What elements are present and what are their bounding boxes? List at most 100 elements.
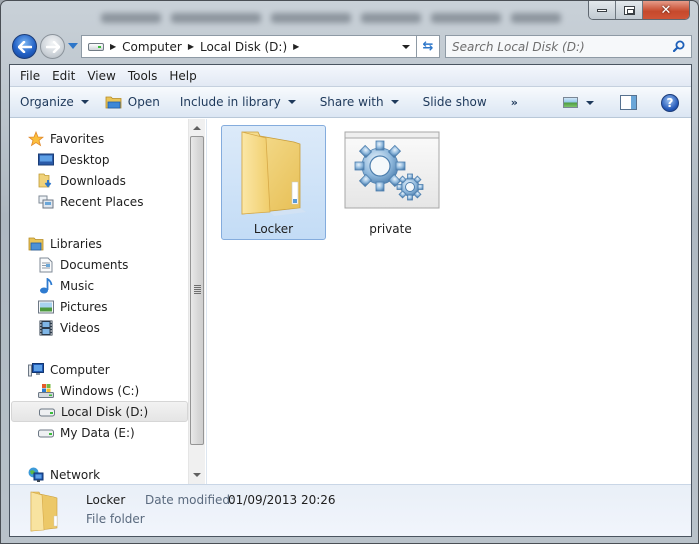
- chevron-down-icon: [80, 100, 89, 104]
- sidebar-label: Windows (C:): [60, 383, 140, 398]
- scroll-down-icon[interactable]: [193, 473, 201, 477]
- drive-icon: [88, 42, 104, 51]
- close-button[interactable]: ✕: [643, 1, 689, 19]
- file-item-locker[interactable]: Locker: [221, 125, 326, 240]
- slide-show-button[interactable]: Slide show: [407, 87, 495, 118]
- sidebar-label: Documents: [60, 257, 129, 272]
- include-in-library-button[interactable]: Include in library: [168, 87, 304, 118]
- sidebar-label: Downloads: [60, 173, 126, 188]
- grip-icon: [194, 285, 201, 294]
- preview-pane-icon: [620, 95, 637, 110]
- explorer-client-area: File Edit View Tools Help Organize Open …: [9, 64, 692, 537]
- sidebar-label: Videos: [60, 320, 100, 335]
- menu-tools[interactable]: Tools: [122, 69, 164, 83]
- breadcrumb-separator-icon[interactable]: ▶: [293, 42, 299, 51]
- sidebar-group-computer[interactable]: Computer: [28, 359, 110, 380]
- recent-pages-dropdown[interactable]: [68, 43, 78, 49]
- documents-icon: [38, 257, 54, 273]
- minimize-button[interactable]: [589, 1, 616, 19]
- drive-icon: [38, 425, 54, 441]
- scrollbar-thumb[interactable]: [190, 136, 204, 445]
- sidebar-label: Network: [50, 467, 101, 482]
- sidebar-item-recent-places[interactable]: Recent Places: [38, 191, 143, 212]
- sidebar-label: Libraries: [50, 236, 102, 251]
- address-bar[interactable]: ▶ Computer ▶ Local Disk (D:) ▶: [81, 35, 417, 58]
- breadcrumb-separator-icon[interactable]: ▶: [110, 42, 116, 51]
- sidebar-item-documents[interactable]: Documents: [38, 254, 128, 275]
- sidebar-group-libraries[interactable]: Libraries: [28, 233, 102, 254]
- double-chevron-icon: »: [510, 95, 518, 109]
- navigation-pane: Favorites Desktop Downloads Recent Place…: [10, 119, 188, 484]
- pictures-icon: [38, 299, 54, 315]
- open-button[interactable]: Open: [97, 87, 168, 118]
- back-button[interactable]: [12, 34, 37, 59]
- sidebar-item-downloads[interactable]: Downloads: [38, 170, 126, 191]
- menu-view[interactable]: View: [81, 69, 121, 83]
- sidebar-item-windows-c[interactable]: Windows (C:): [38, 380, 139, 401]
- menu-help[interactable]: Help: [163, 69, 202, 83]
- refresh-icon: ⇆: [422, 39, 434, 54]
- drive-icon: [39, 404, 55, 420]
- sidebar-label: Desktop: [60, 152, 110, 167]
- sidebar-label: Music: [60, 278, 95, 293]
- close-icon: ✕: [660, 3, 672, 18]
- search-input[interactable]: [446, 39, 656, 54]
- network-icon: [28, 467, 44, 483]
- menu-file[interactable]: File: [14, 69, 46, 83]
- help-icon: ?: [661, 93, 679, 112]
- file-name: private: [369, 222, 412, 236]
- change-view-button[interactable]: [555, 87, 582, 118]
- sidebar-item-pictures[interactable]: Pictures: [38, 296, 108, 317]
- details-date-label: Date modified:: [145, 493, 235, 507]
- navigation-pane-scrollbar[interactable]: [188, 119, 205, 484]
- breadcrumb-local-disk[interactable]: Local Disk (D:): [200, 40, 287, 54]
- maximize-button[interactable]: [616, 1, 643, 19]
- details-date-value: 01/09/2013 20:26: [228, 493, 336, 507]
- arrow-right-icon: [45, 40, 60, 53]
- navigation-bar: ▶ Computer ▶ Local Disk (D:) ▶ ⇆: [9, 34, 692, 60]
- address-dropdown-button[interactable]: [396, 36, 416, 57]
- sidebar-group-favorites[interactable]: Favorites: [28, 128, 104, 149]
- sidebar-item-local-disk-d[interactable]: Local Disk (D:): [11, 401, 188, 422]
- file-item-private[interactable]: private: [338, 125, 443, 240]
- view-options-dropdown[interactable]: [582, 87, 612, 118]
- organize-button[interactable]: Organize: [10, 87, 97, 118]
- help-button[interactable]: ?: [653, 87, 691, 118]
- file-list: Locker private: [207, 119, 691, 484]
- background-blur: [101, 7, 601, 29]
- sidebar-item-videos[interactable]: Videos: [38, 317, 100, 338]
- window-frame: ✕ ▶ Computer ▶ Local Disk (D:) ▶ ⇆ File …: [0, 0, 699, 544]
- preview-pane-button[interactable]: [612, 87, 653, 118]
- refresh-button[interactable]: ⇆: [417, 35, 440, 58]
- caption-buttons: ✕: [588, 1, 690, 20]
- chevron-down-icon: [402, 44, 410, 49]
- forward-button[interactable]: [40, 34, 65, 59]
- sidebar-label: Local Disk (D:): [61, 404, 149, 419]
- chevron-down-icon: [390, 100, 399, 104]
- include-in-library-label: Include in library: [179, 95, 281, 109]
- sidebar-item-music[interactable]: Music: [38, 275, 94, 296]
- breadcrumb-computer[interactable]: Computer: [122, 40, 182, 54]
- system-drive-icon: [38, 383, 54, 399]
- sidebar-item-desktop[interactable]: Desktop: [38, 149, 110, 170]
- desktop-icon: [38, 152, 54, 168]
- sidebar-label: Pictures: [60, 299, 108, 314]
- restore-icon: [623, 6, 635, 15]
- share-with-button[interactable]: Share with: [304, 87, 407, 118]
- sidebar-label: My Data (E:): [60, 425, 135, 440]
- search-box[interactable]: [445, 35, 692, 58]
- slide-show-label: Slide show: [422, 95, 487, 109]
- sidebar-item-my-data-e[interactable]: My Data (E:): [38, 422, 135, 443]
- folder-icon: [30, 491, 58, 532]
- breadcrumb-separator-icon[interactable]: ▶: [188, 42, 194, 51]
- computer-icon: [28, 362, 44, 378]
- more-commands-button[interactable]: »: [495, 87, 526, 118]
- sidebar-group-network[interactable]: Network: [28, 464, 100, 484]
- settings-gears-icon: [344, 131, 440, 209]
- menu-edit[interactable]: Edit: [46, 69, 81, 83]
- minimize-icon: [597, 9, 607, 12]
- search-icon[interactable]: [673, 40, 685, 52]
- details-file-type: File folder: [86, 512, 145, 526]
- open-label: Open: [127, 95, 160, 109]
- scroll-up-icon[interactable]: [193, 126, 201, 130]
